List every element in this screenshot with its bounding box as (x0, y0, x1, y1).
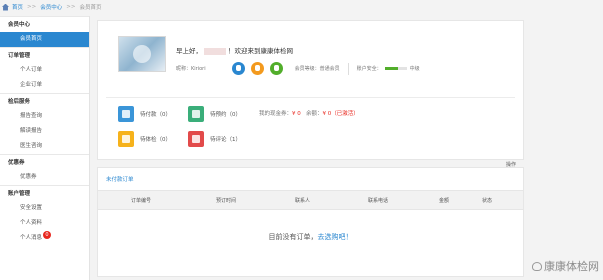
breadcrumb-member-center-link[interactable]: 会员中心 (40, 3, 62, 11)
unpaid-orders-card: 未付款订单 订单编号 预订时间 联系人 联系电话 金额 状态 目前没有订单，去选… (97, 167, 524, 277)
sidebar-group-title: 会员中心 (0, 16, 89, 32)
sidebar-item-company-orders[interactable]: 企业订单 (0, 78, 89, 93)
mail-icon[interactable] (269, 62, 283, 75)
column-header: 订单编号 (131, 198, 152, 204)
greeting: 早上好， ！欢迎来到康康体检网 (176, 45, 293, 55)
appointment-icon (188, 106, 204, 122)
column-header: 状态 (482, 198, 493, 204)
remain-label: 余额： (306, 111, 323, 117)
greeting-prefix: 早上好， (176, 47, 202, 55)
comment-icon (188, 131, 204, 147)
breadcrumb-separator: >> (27, 4, 37, 10)
security-level-fill (384, 67, 398, 70)
divider (347, 62, 349, 75)
go-shopping-link[interactable]: 去选购吧！ (318, 233, 353, 241)
empty-text: 目前没有订单， (268, 233, 318, 241)
sidebar: 会员中心 会员首页 订单管理 个人订单 企业订单 检后服务 报告查询 解读报告 … (0, 16, 90, 280)
sidebar-item-doctor-consult[interactable]: 医生咨询 (0, 139, 89, 154)
message-count-badge: 0 (43, 231, 51, 239)
cash-coupon-label: 我的现金券： (259, 111, 293, 117)
sidebar-item-member-home[interactable]: 会员首页 (0, 32, 89, 47)
member-level-label: 会员等级： (294, 66, 320, 72)
avatar[interactable] (118, 36, 166, 72)
breadcrumb-separator: >> (66, 4, 76, 10)
column-header: 联系人 (295, 198, 311, 204)
nickname: 昵称：Kiriori (176, 66, 206, 72)
sidebar-item-personal-orders[interactable]: 个人订单 (0, 63, 89, 78)
phone-icon[interactable] (250, 62, 264, 75)
breadcrumb-current: 会员首页 (79, 5, 102, 11)
remain-value: ¥ 0（已激活） (322, 111, 359, 117)
column-header: 操作 (506, 162, 517, 168)
profile-info-row: 昵称：Kiriori 会员等级： 普通会员 账户安全： 中级 (176, 62, 420, 75)
security-label: 账户安全： (356, 66, 382, 72)
stat-to-book-label: 待预约（0） (210, 112, 241, 118)
sidebar-item-coupons[interactable]: 优惠券 (0, 170, 89, 185)
cash-coupon-value: ¥ 0 (292, 111, 301, 117)
stat-to-review[interactable]: 待评论（1） (188, 131, 241, 147)
weibo-icon (532, 261, 542, 271)
greeting-suffix: ！欢迎来到康康体检网 (228, 47, 293, 55)
sidebar-item-security-settings[interactable]: 安全设置 (0, 201, 89, 216)
home-icon (2, 3, 9, 11)
member-level-value: 普通会员 (319, 66, 340, 72)
divider (106, 97, 515, 98)
sidebar-group-title: 订单管理 (0, 47, 89, 63)
stat-to-check[interactable]: 待体检（0） (118, 131, 171, 147)
security-value: 中级 (409, 66, 420, 72)
sidebar-item-report-interpret[interactable]: 解读报告 (0, 124, 89, 139)
profile-card: 早上好， ！欢迎来到康康体检网 昵称：Kiriori 会员等级： 普通会员 账户安… (97, 20, 524, 160)
sidebar-item-profile[interactable]: 个人资料 (0, 216, 89, 231)
unpaid-icon (118, 106, 134, 122)
stat-unpaid-label: 待付款（0） (140, 112, 171, 118)
sidebar-item-messages[interactable]: 个人消息 0 (0, 231, 89, 246)
breadcrumb-home-link[interactable]: 首页 (12, 3, 23, 11)
user-icon[interactable] (231, 62, 245, 75)
security-level-bar (384, 67, 407, 70)
main-content: 早上好， ！欢迎来到康康体检网 昵称：Kiriori 会员等级： 普通会员 账户安… (97, 20, 524, 277)
checkup-icon (118, 131, 134, 147)
sidebar-item-report-query[interactable]: 报告查询 (0, 109, 89, 124)
sidebar-item-label: 个人消息 (20, 235, 43, 241)
stat-to-book[interactable]: 待预约（0） (188, 106, 241, 122)
column-header: 联系电话 (368, 198, 389, 204)
stat-unpaid[interactable]: 待付款（0） (118, 106, 171, 122)
cash-balance: 我的现金券：¥ 0 余额：¥ 0（已激活） (259, 109, 359, 117)
watermark-text: 康康体检网 (544, 260, 599, 273)
stat-to-review-label: 待评论（1） (210, 137, 241, 143)
breadcrumb: 首页 >> 会员中心 >> 会员首页 (0, 0, 603, 14)
column-header: 金额 (439, 198, 450, 204)
sidebar-group-title: 优惠券 (0, 154, 89, 170)
sidebar-group-title: 账户管理 (0, 185, 89, 201)
orders-table-header: 订单编号 预订时间 联系人 联系电话 金额 状态 (98, 190, 523, 210)
empty-orders-message: 目前没有订单，去选购吧！ (98, 232, 523, 242)
orders-title[interactable]: 未付款订单 (106, 175, 134, 183)
stat-to-check-label: 待体检（0） (140, 137, 171, 143)
username-redacted (204, 47, 226, 55)
column-header: 预订时间 (216, 198, 237, 204)
watermark: 康康体检网 (532, 258, 599, 274)
sidebar-group-title: 检后服务 (0, 93, 89, 109)
